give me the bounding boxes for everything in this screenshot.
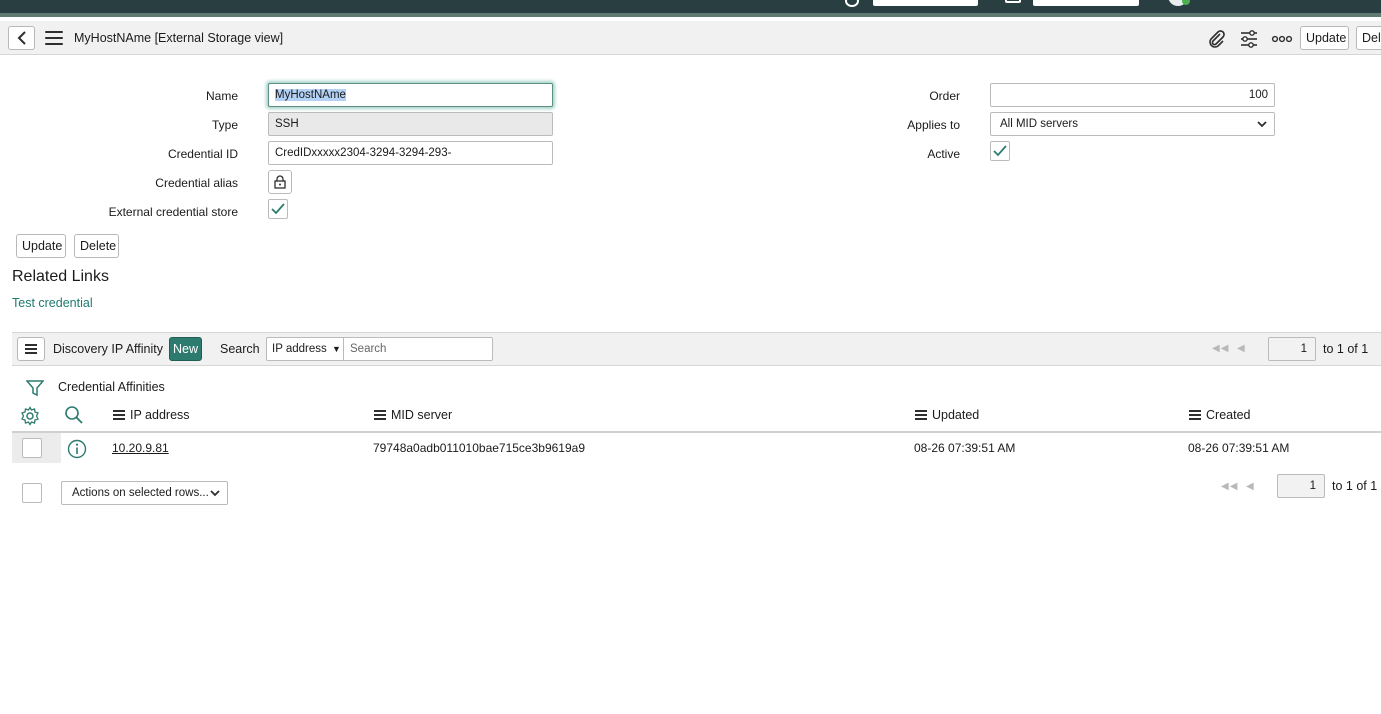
new-button[interactable]: New — [169, 337, 202, 361]
list-title: Discovery IP Affinity — [53, 342, 163, 356]
breadcrumb[interactable]: Credential Affinities — [58, 380, 165, 394]
header-delete-button[interactable]: Delete — [1356, 26, 1381, 50]
page-title: MyHostNAme [External Storage view] — [74, 31, 284, 45]
row-select-checkbox[interactable] — [22, 438, 42, 458]
column-header-ip[interactable]: IP address — [113, 408, 190, 422]
mid-server-cell: 79748a0adb011010bae715ce3b9619a9 — [373, 441, 585, 455]
column-menu-icon[interactable] — [113, 410, 125, 420]
column-menu-icon[interactable] — [915, 410, 927, 420]
paperclip-icon[interactable] — [1206, 29, 1228, 49]
unlock-alias-button[interactable] — [268, 170, 292, 194]
chevron-down-icon — [1257, 121, 1267, 128]
update-set-picker[interactable] — [1033, 0, 1139, 6]
name-label: Name — [205, 89, 238, 103]
globe-icon[interactable] — [845, 0, 859, 7]
scope-picker[interactable] — [873, 0, 978, 6]
check-icon — [993, 145, 1007, 157]
search-field-value: IP address — [272, 343, 327, 355]
presence-dot — [1182, 0, 1190, 5]
personalize-form-icon[interactable] — [1238, 29, 1260, 49]
chevron-left-icon — [17, 31, 26, 45]
test-credential-link[interactable]: Test credential — [12, 296, 93, 310]
name-field[interactable]: MyHostNAme — [268, 83, 553, 107]
select-all-checkbox[interactable] — [22, 483, 42, 503]
page-number-input[interactable]: 1 — [1268, 337, 1316, 361]
info-icon[interactable] — [67, 439, 87, 462]
chevron-down-icon — [210, 490, 220, 497]
applies-to-value: All MID servers — [1000, 118, 1078, 130]
form-menu-icon[interactable] — [45, 31, 63, 45]
footer-page-count-text: to 1 of 1 — [1332, 479, 1378, 493]
column-header-mid[interactable]: MID server — [374, 408, 452, 422]
check-icon — [271, 203, 285, 215]
related-links-title: Related Links — [12, 268, 109, 285]
pager-first-prev-icons[interactable]: ◀◀ ◀ — [1212, 343, 1246, 354]
type-label: Type — [211, 118, 238, 132]
page-count-text: to 1 of 1 — [1323, 342, 1369, 356]
ip-address-link[interactable]: 10.20.9.81 — [112, 441, 169, 455]
actions-select-value: Actions on selected rows... — [72, 487, 209, 499]
type-field: SSH — [268, 112, 553, 136]
external-store-label: External credential store — [108, 205, 238, 219]
column-header-created[interactable]: Created — [1189, 408, 1250, 422]
search-icon[interactable] — [64, 405, 84, 428]
back-button[interactable] — [8, 26, 35, 50]
search-field-select[interactable]: IP address ▼ — [266, 337, 344, 361]
credential-alias-label: Credential alias — [155, 176, 238, 190]
delete-button[interactable]: Delete — [74, 234, 119, 258]
created-cell: 08-26 07:39:51 AM — [1188, 441, 1290, 455]
update-button[interactable]: Update — [16, 234, 66, 258]
column-menu-icon[interactable] — [1189, 410, 1201, 420]
list-menu-button[interactable] — [17, 337, 45, 361]
updated-cell: 08-26 07:39:51 AM — [914, 441, 1016, 455]
filter-icon[interactable] — [25, 379, 45, 400]
more-options-icon[interactable] — [1271, 29, 1293, 49]
gear-icon[interactable] — [20, 406, 40, 429]
header-update-button[interactable]: Update — [1300, 26, 1349, 50]
form-header: MyHostNAme [External Storage view] Updat… — [0, 21, 1381, 55]
name-value: MyHostNAme — [275, 89, 346, 101]
footer-pager-first-prev-icons[interactable]: ◀◀ ◀ — [1221, 481, 1255, 492]
footer-page-number-input[interactable]: 1 — [1277, 474, 1325, 498]
column-menu-icon[interactable] — [374, 410, 386, 420]
order-field[interactable]: 100 — [990, 83, 1275, 107]
external-store-checkbox[interactable] — [268, 199, 288, 219]
column-header-updated[interactable]: Updated — [915, 408, 979, 422]
header-divider — [12, 431, 1381, 433]
applies-to-label: Applies to — [907, 118, 960, 132]
caret-down-icon: ▼ — [331, 344, 341, 354]
top-nav-bar — [0, 0, 1381, 17]
actions-select[interactable]: Actions on selected rows... — [61, 481, 228, 505]
search-input[interactable]: Search — [343, 337, 493, 361]
applies-to-select[interactable]: All MID servers — [990, 112, 1275, 136]
order-label: Order — [929, 89, 960, 103]
credential-id-field[interactable]: CredIDxxxxx2304-3294-3294-293- — [268, 141, 553, 165]
credential-id-label: Credential ID — [167, 147, 238, 161]
related-list-header: Discovery IP Affinity New Search IP addr… — [12, 332, 1381, 366]
active-checkbox[interactable] — [990, 141, 1010, 161]
lock-icon — [274, 175, 286, 189]
active-label: Active — [927, 147, 960, 161]
list-icon[interactable] — [1005, 0, 1021, 3]
search-label: Search — [220, 342, 260, 356]
